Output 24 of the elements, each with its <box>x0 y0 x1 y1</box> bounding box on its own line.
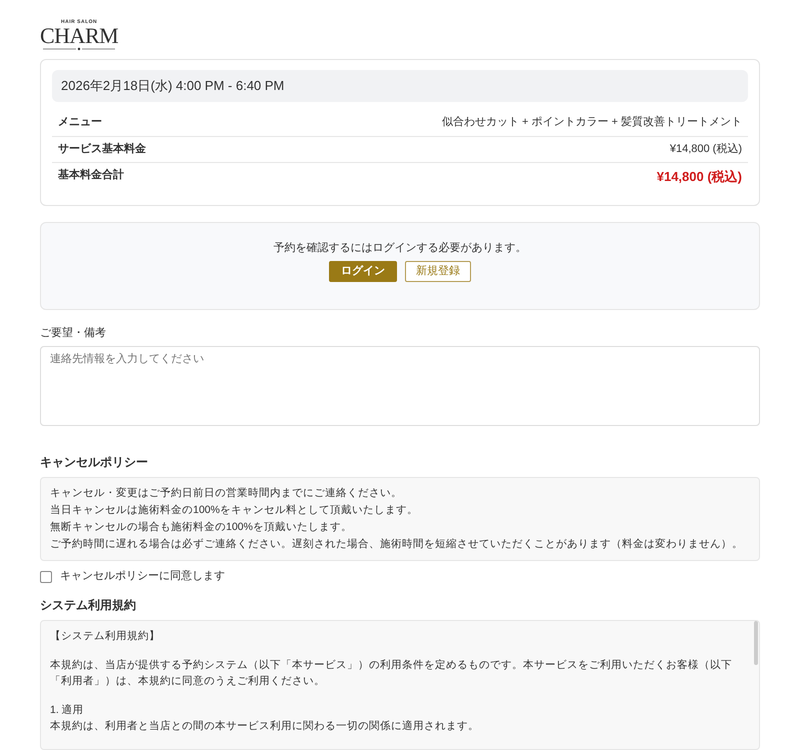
policy-line: ご予約時間に遅れる場合は必ずご連絡ください。遅刻された場合、施術時間を短縮させていただくことがあります（料金は変わりません）。 <box>50 537 744 552</box>
policy-line: キャンセル・変更はご予約日前日の営業時間内までにご連絡ください。 <box>50 486 403 502</box>
notes-field[interactable]: 連絡先情報を入力してください <box>40 346 760 426</box>
terms-line: 本規約は、当店が提供する予約システム（以下「本サービス」）の利用条件を定めるものです。本サービスをご利用いただくお客様（以下「利用者」）は、本規約に同意のうえご利用ください。 <box>50 658 733 689</box>
row-label: メニュー <box>58 115 102 130</box>
notes-label: ご要望・備考 <box>40 326 107 342</box>
agree-label: キャンセルポリシーに同意します <box>60 569 225 584</box>
terms-line: 1. 適用 <box>50 702 85 718</box>
datetime-bar: 2026年2月18日(水) 4:00 PM - 6:40 PM <box>52 70 748 102</box>
policy-line: 無断キャンセルの場合も施術料金の100%を頂戴いたします。 <box>50 520 353 536</box>
row-label: 基本料金合計 <box>58 168 124 183</box>
row-value: 似合わせカット + ポイントカラー + 髪質改善トリートメント <box>442 115 742 130</box>
row-label: サービス基本料金 <box>58 142 146 157</box>
section-heading: システム利用規約 <box>40 596 137 614</box>
terms-line: 【システム利用規約】 <box>50 628 161 644</box>
agree-checkbox[interactable] <box>40 571 52 584</box>
register-button[interactable]: 新規登録 <box>405 260 471 282</box>
terms-line: 本規約は、利用者と当店との間の本サービス利用に関わる一切の関係に適用されます。 <box>50 718 480 734</box>
row-value: ¥14,800 (税込) <box>670 142 742 157</box>
section-heading: キャンセルポリシー <box>40 454 149 470</box>
row-value: ¥14,800 (税込) <box>656 168 742 186</box>
login-button[interactable]: ログイン <box>329 260 397 282</box>
login-message: 予約を確認するにはログインする必要があります。 <box>272 241 528 256</box>
policy-line: 当日キャンセルは施術料金の100%をキャンセル料として頂戴いたします。 <box>50 503 419 518</box>
